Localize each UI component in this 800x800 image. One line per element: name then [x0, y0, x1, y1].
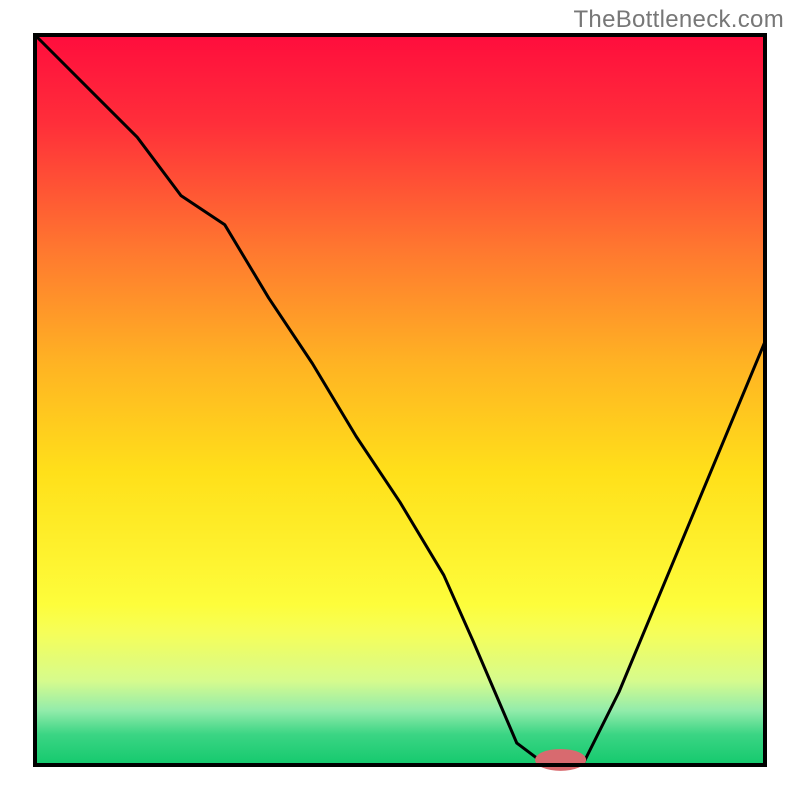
- bottleneck-chart: [0, 0, 800, 800]
- optimal-point-marker: [535, 749, 586, 771]
- chart-canvas: TheBottleneck.com: [0, 0, 800, 800]
